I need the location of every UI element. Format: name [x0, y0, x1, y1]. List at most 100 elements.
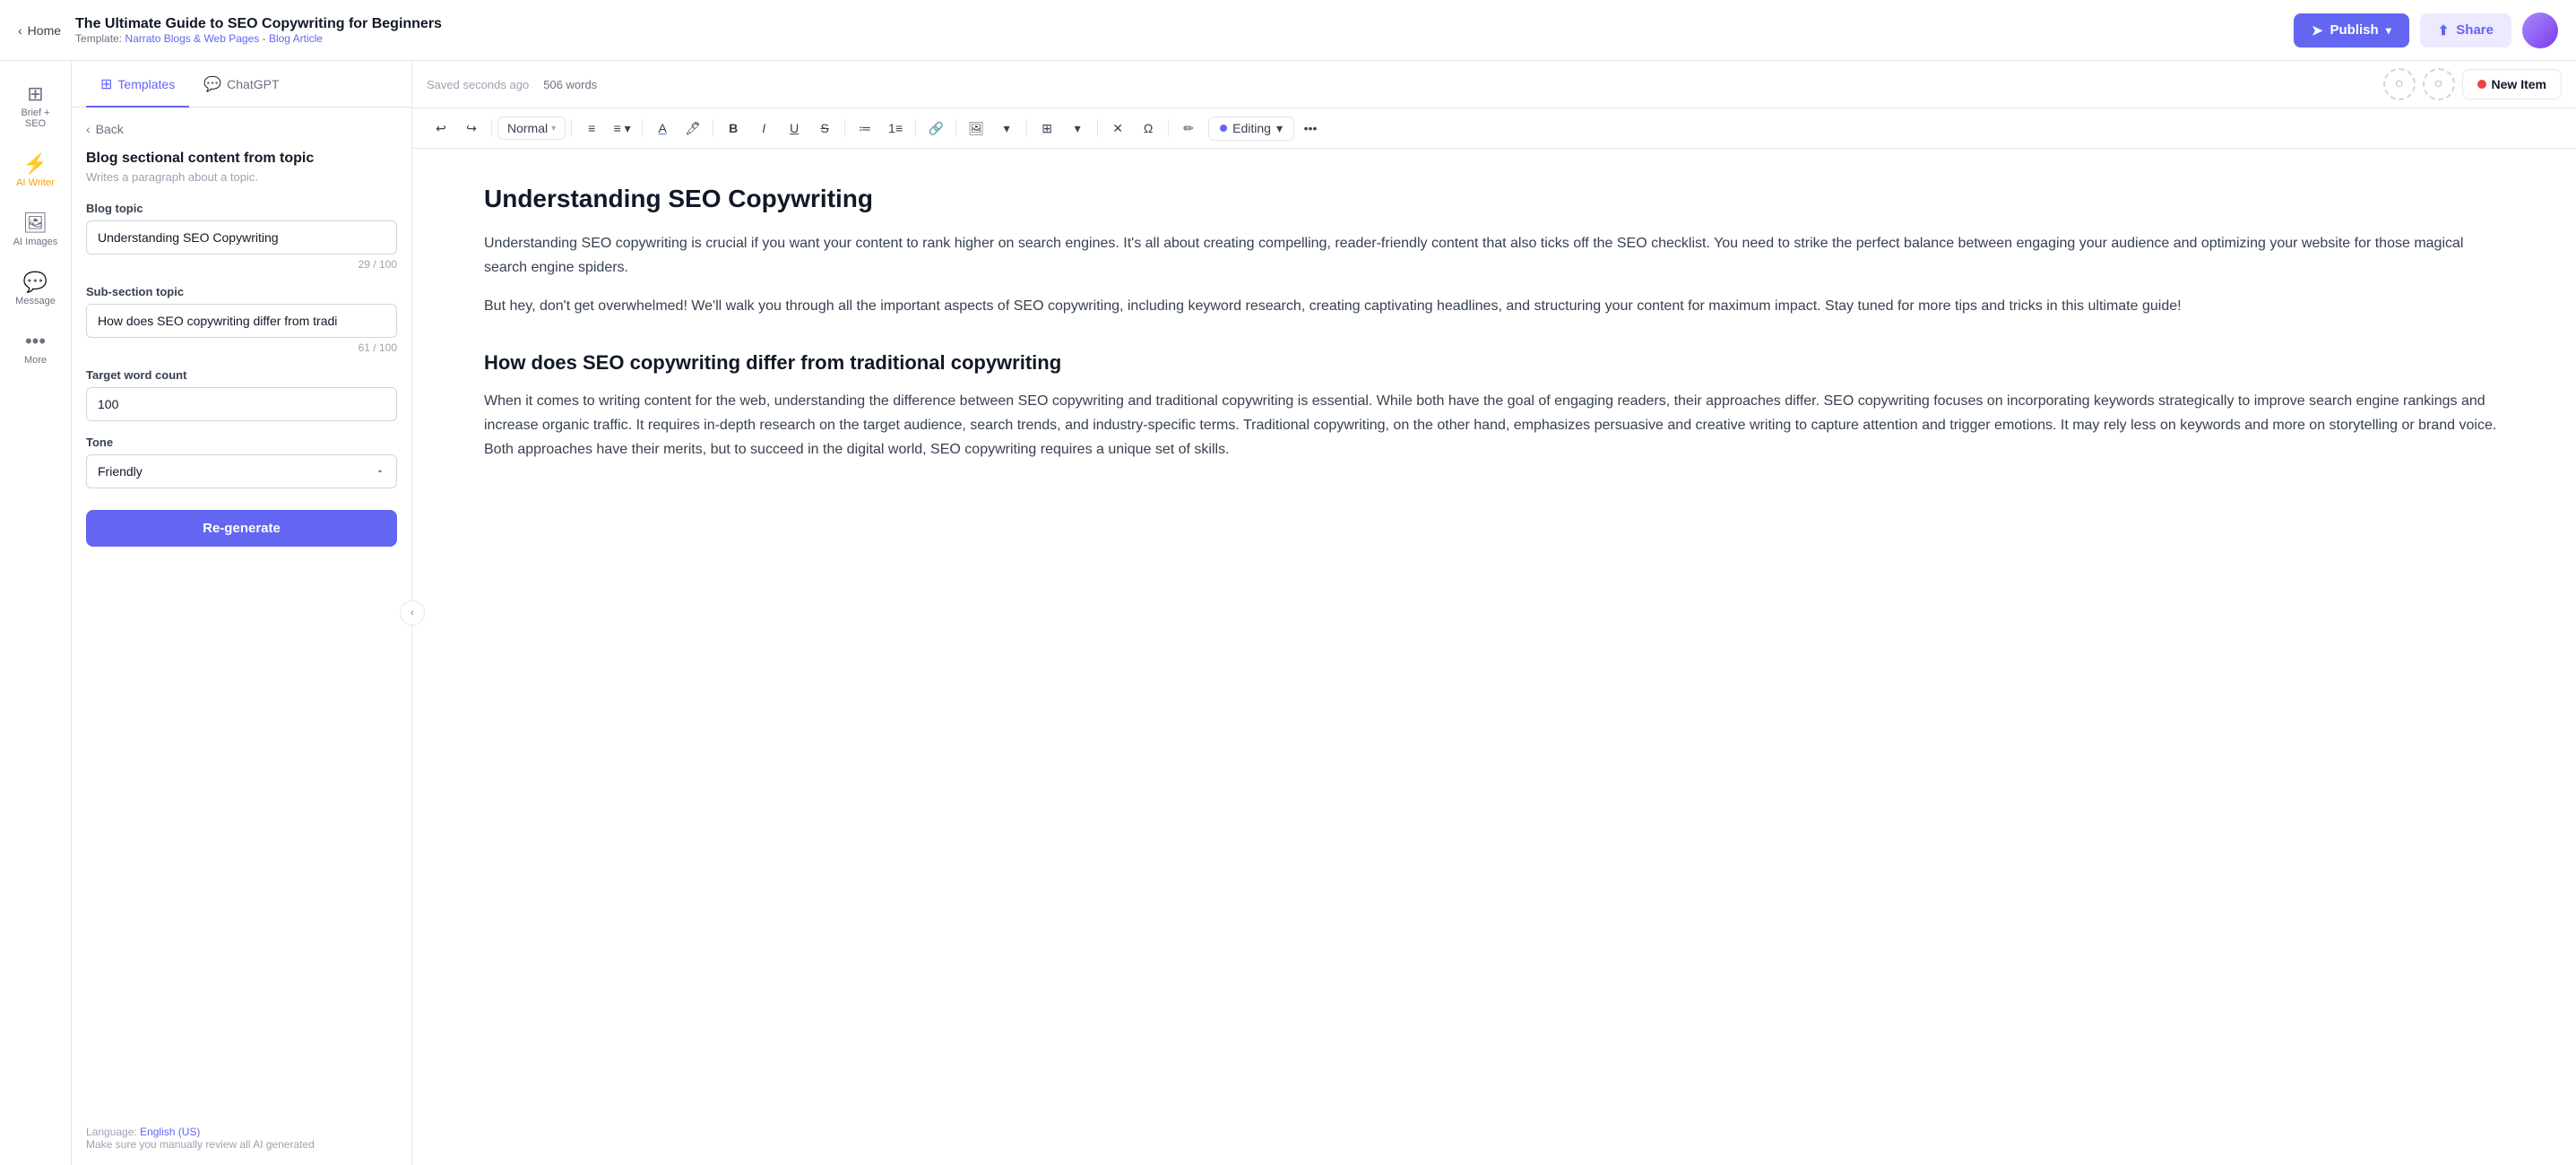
templates-tab-label: Templates	[117, 77, 175, 91]
templates-tab-icon: ⊞	[100, 75, 112, 93]
circle-button-1[interactable]: ○	[2383, 68, 2416, 100]
more-icon: •••	[25, 332, 46, 351]
toolbar-separator-5	[844, 119, 845, 137]
more-options-button[interactable]: •••	[1296, 114, 1325, 142]
ai-writer-icon: ⚡	[23, 154, 48, 174]
bullet-list-button[interactable]: ≔	[851, 114, 879, 142]
language-link[interactable]: English (US)	[140, 1126, 200, 1138]
home-link[interactable]: ‹ Home	[18, 23, 61, 38]
circle-icon-1: ○	[2395, 76, 2404, 92]
editor-content[interactable]: Understanding SEO Copywriting Understand…	[412, 149, 2576, 1165]
toolbar-separator-10	[1168, 119, 1169, 137]
home-label: Home	[28, 23, 61, 38]
message-icon: 💬	[23, 272, 48, 292]
publish-button[interactable]: ➤ Publish ▾	[2294, 13, 2409, 47]
text-color-button[interactable]: A	[648, 114, 677, 142]
panel-section-sub: Writes a paragraph about a topic.	[86, 170, 397, 184]
sidebar-item-brief-seo[interactable]: ⊞ Brief + SEO	[4, 75, 68, 138]
panel-section-title: Blog sectional content from topic	[86, 151, 397, 167]
sidebar-item-ai-images[interactable]: 🖼 AI Images	[4, 204, 68, 256]
align-left-button[interactable]: ≡	[577, 114, 606, 142]
redo-button[interactable]: ↪	[457, 114, 486, 142]
target-word-input[interactable]	[86, 387, 397, 421]
format-style-chevron: ▾	[551, 124, 556, 134]
format-style-dropdown[interactable]: Normal ▾	[497, 116, 566, 140]
save-status: Saved seconds ago	[427, 78, 529, 91]
editor-area: Saved seconds ago 506 words ○ ○ New Item…	[412, 61, 2576, 1165]
doc-title: The Ultimate Guide to SEO Copywriting fo…	[75, 16, 442, 32]
strikethrough-button[interactable]: S	[810, 114, 839, 142]
new-item-label: New Item	[2492, 77, 2546, 91]
ordered-list-button[interactable]: 1≡	[881, 114, 910, 142]
panel-collapse-button[interactable]: ‹	[400, 600, 425, 626]
image-dropdown-button[interactable]: ▾	[992, 114, 1021, 142]
new-item-button[interactable]: New Item	[2462, 69, 2562, 99]
sidebar-label-ai-images: AI Images	[13, 237, 58, 247]
publish-arrow-icon: ➤	[2312, 22, 2323, 39]
sub-section-char-count: 61 / 100	[86, 341, 397, 354]
sub-section-label: Sub-section topic	[86, 285, 397, 298]
panel: ⊞ Templates 💬 ChatGPT ‹ Back Blog sectio…	[72, 61, 412, 1165]
highlight-button[interactable]: 🖊	[679, 114, 707, 142]
special-char-button[interactable]: Ω	[1134, 114, 1163, 142]
bold-button[interactable]: B	[719, 114, 748, 142]
link-button[interactable]: 🔗	[921, 114, 950, 142]
toolbar-separator-1	[491, 119, 492, 137]
undo-button[interactable]: ↩	[427, 114, 455, 142]
content-p1: Understanding SEO copywriting is crucial…	[484, 231, 2504, 280]
collapse-arrow-icon: ‹	[411, 608, 414, 618]
sidebar-item-ai-writer[interactable]: ⚡ AI Writer	[4, 145, 68, 197]
comment-button[interactable]: ✏	[1174, 114, 1203, 142]
toolbar-separator-8	[1026, 119, 1027, 137]
circle-icon-2: ○	[2434, 76, 2443, 92]
template-name-link[interactable]: Narrato Blogs & Web Pages	[125, 32, 259, 45]
panel-footer: Language: English (US) Make sure you man…	[72, 1111, 411, 1165]
editing-dropdown[interactable]: Editing ▾	[1208, 116, 1294, 141]
share-label: Share	[2456, 22, 2494, 38]
top-header: ‹ Home The Ultimate Guide to SEO Copywri…	[0, 0, 2576, 61]
clear-format-button[interactable]: ✕	[1103, 114, 1132, 142]
tab-chatgpt[interactable]: 💬 ChatGPT	[189, 61, 293, 108]
tone-select[interactable]: Friendly Professional Casual Formal Info…	[86, 454, 397, 488]
blog-topic-char-count: 29 / 100	[86, 258, 397, 271]
share-button[interactable]: ⬆ Share	[2420, 13, 2511, 47]
language-label: Language:	[86, 1126, 137, 1138]
main-body: ⊞ Brief + SEO ⚡ AI Writer 🖼 AI Images 💬 …	[0, 61, 2576, 1165]
doc-info: The Ultimate Guide to SEO Copywriting fo…	[75, 16, 442, 45]
target-word-group: Target word count	[86, 368, 397, 421]
sidebar-label-message: Message	[15, 296, 56, 306]
tab-templates[interactable]: ⊞ Templates	[86, 61, 189, 108]
content-h2: How does SEO copywriting differ from tra…	[484, 351, 2504, 375]
template-type-link[interactable]: Blog Article	[269, 32, 323, 45]
disclaimer-text: Make sure you manually review all AI gen…	[86, 1138, 315, 1151]
table-dropdown-button[interactable]: ▾	[1063, 114, 1092, 142]
new-item-dot	[2477, 80, 2486, 89]
chatgpt-tab-label: ChatGPT	[227, 77, 279, 91]
tone-group: Tone Friendly Professional Casual Formal…	[86, 436, 397, 488]
sidebar-item-more[interactable]: ••• More	[4, 323, 68, 375]
blog-topic-input[interactable]	[86, 220, 397, 255]
circle-button-2[interactable]: ○	[2423, 68, 2455, 100]
toolbar-separator-2	[571, 119, 572, 137]
sidebar-icons: ⊞ Brief + SEO ⚡ AI Writer 🖼 AI Images 💬 …	[0, 61, 72, 1165]
panel-inner: ‹ Back Blog sectional content from topic…	[72, 108, 411, 1111]
regenerate-button[interactable]: Re-generate	[86, 510, 397, 547]
align-dropdown-button[interactable]: ≡ ▾	[608, 114, 636, 142]
sidebar-item-message[interactable]: 💬 Message	[4, 263, 68, 315]
new-item-area: ○ ○ New Item	[2383, 68, 2562, 100]
sidebar-label-ai-writer: AI Writer	[16, 177, 55, 188]
panel-tabs: ⊞ Templates 💬 ChatGPT	[72, 61, 411, 108]
chatgpt-tab-icon: 💬	[203, 75, 221, 93]
italic-button[interactable]: I	[749, 114, 778, 142]
sidebar-label-more: More	[24, 355, 47, 366]
image-button[interactable]: 🖼	[962, 114, 990, 142]
header-right: ➤ Publish ▾ ⬆ Share	[2294, 13, 2558, 48]
sub-section-input[interactable]	[86, 304, 397, 338]
avatar[interactable]	[2522, 13, 2558, 48]
table-button[interactable]: ⊞	[1033, 114, 1061, 142]
back-chevron-icon: ‹	[86, 122, 91, 136]
underline-button[interactable]: U	[780, 114, 808, 142]
content-p3: When it comes to writing content for the…	[484, 389, 2504, 462]
doc-template: Template: Narrato Blogs & Web Pages - Bl…	[75, 32, 442, 45]
back-button[interactable]: ‹ Back	[86, 122, 397, 136]
